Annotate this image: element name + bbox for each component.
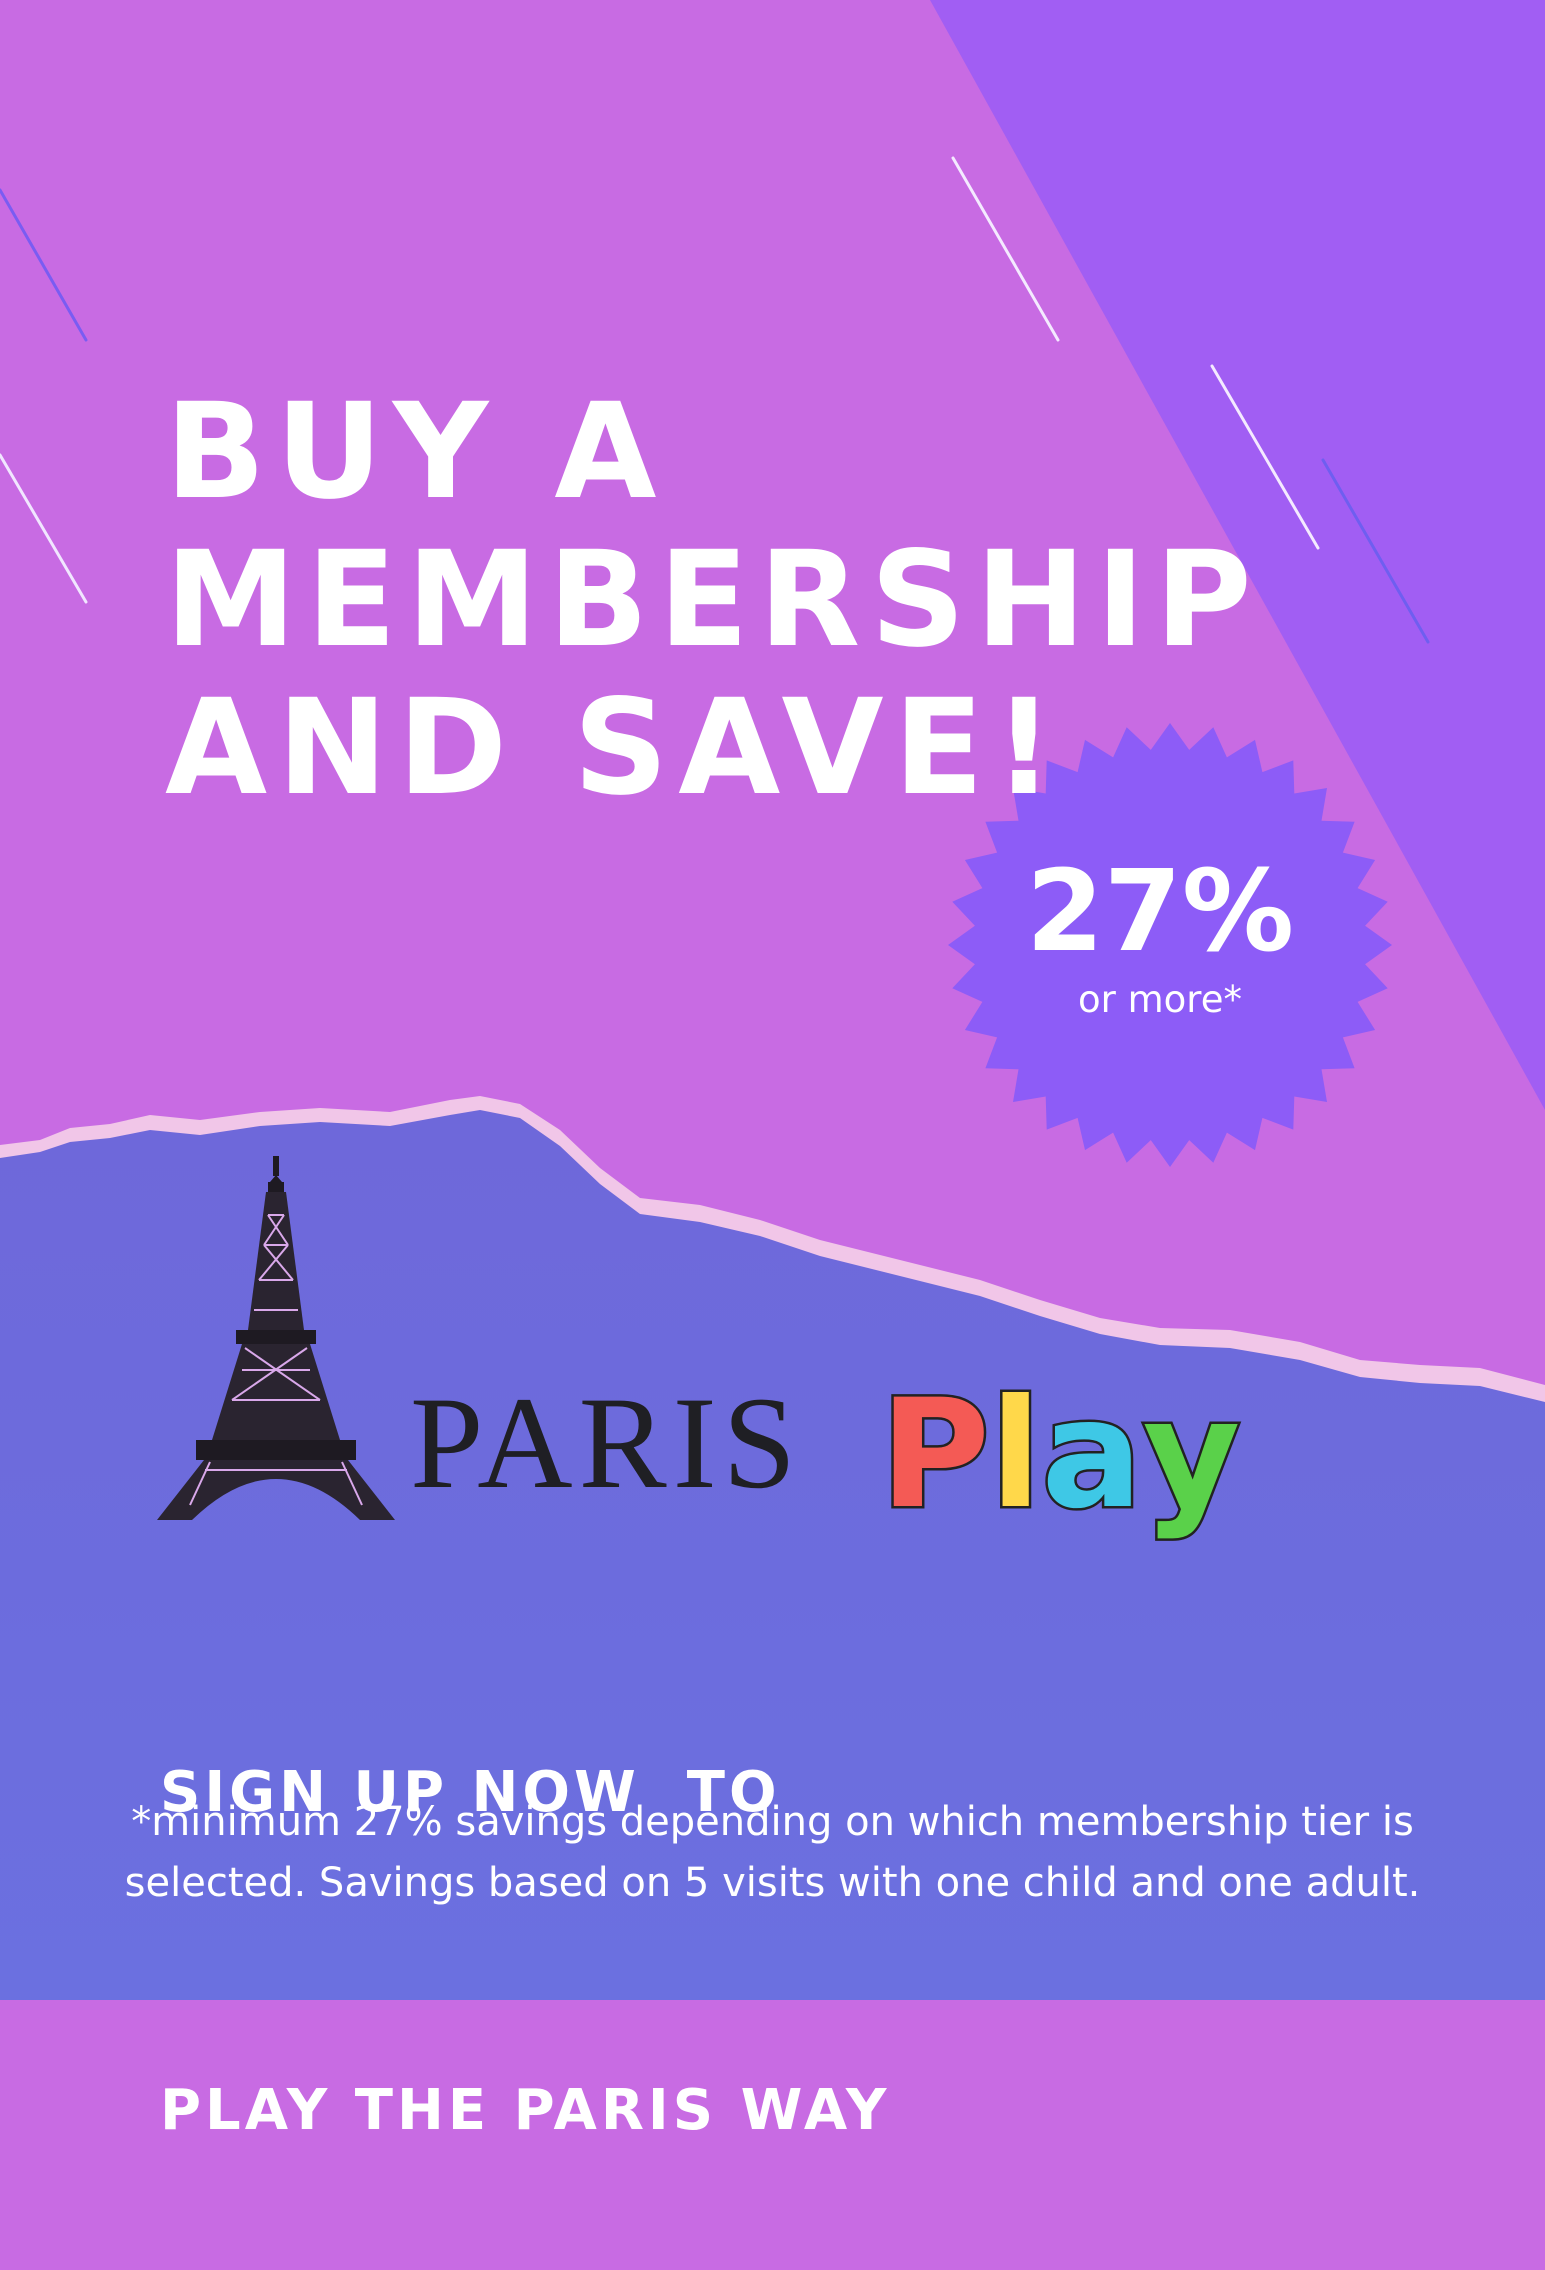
cta-line-2: play the Paris way <box>160 2078 891 2143</box>
logo-play-letter: P <box>878 1368 993 1542</box>
disclaimer-text: *minimum 27% savings depending on which … <box>124 1799 1421 1906</box>
logo-play-letter: y <box>1140 1368 1243 1542</box>
logo-play-letter: a <box>1039 1368 1145 1542</box>
logo-play-letter: l <box>987 1368 1043 1542</box>
logo-play-word: Play <box>878 1368 1243 1542</box>
logo-paris-word: PARIS <box>410 1369 803 1516</box>
